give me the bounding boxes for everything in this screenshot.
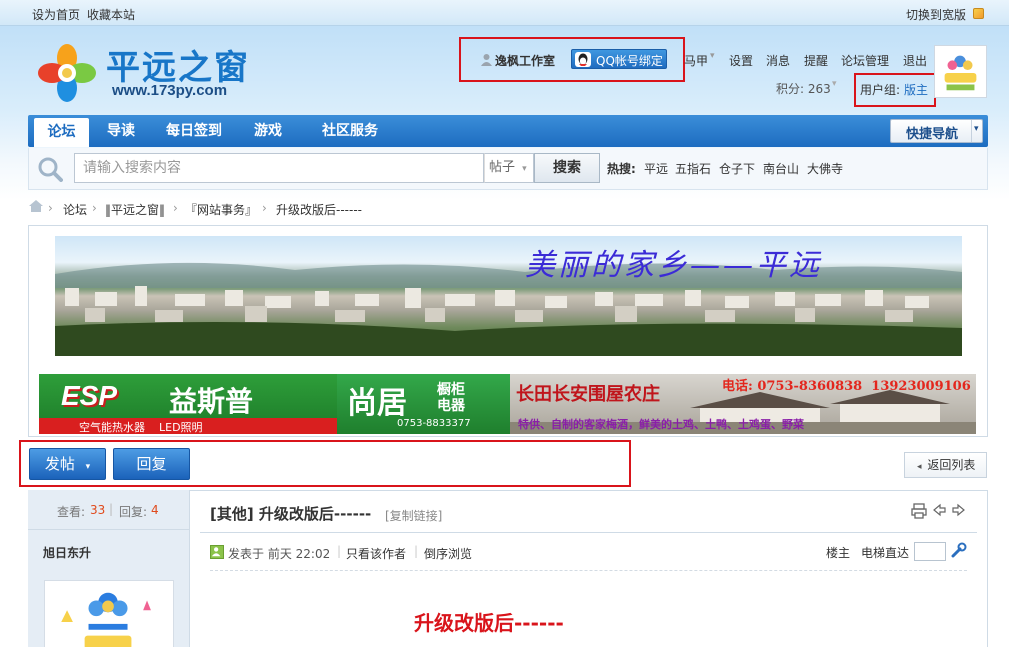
search-button[interactable]: 搜索 — [534, 153, 600, 183]
copy-link[interactable]: [复制链接] — [385, 507, 442, 524]
nav-tab-guide[interactable]: 导读 — [94, 115, 148, 147]
majia-link[interactable]: 马甲 — [684, 52, 708, 69]
search-icon — [37, 156, 63, 185]
ad-esp-banner[interactable]: ESP 益斯普 空气能热水器 LED照明 — [39, 374, 337, 434]
breadcrumb-sep: › — [48, 201, 53, 215]
post-body-text: 升级改版后------ — [414, 611, 564, 635]
author-avatar[interactable] — [44, 580, 174, 647]
scenic-banner-text: 美丽的家乡——平远 — [525, 248, 822, 283]
avatar[interactable] — [934, 45, 987, 98]
title-divider — [200, 532, 977, 533]
nav-tab-community[interactable]: 社区服务 — [300, 115, 400, 147]
reminders-link[interactable]: 提醒 — [804, 52, 828, 69]
switch-width-link[interactable]: 切换到宽版 — [906, 6, 966, 23]
nav-tab-games[interactable]: 游戏 — [242, 115, 294, 147]
back-arrow-icon: ◂ — [917, 462, 922, 472]
ad-esp-brand-cn: 益斯普 — [169, 385, 254, 418]
set-home-link[interactable]: 设为首页 — [32, 6, 80, 23]
forum-admin-link[interactable]: 论坛管理 — [841, 52, 889, 69]
settings-link[interactable]: 设置 — [729, 52, 753, 69]
quick-nav-divider — [971, 120, 972, 142]
breadcrumb-board[interactable]: 『网站事务』 — [185, 201, 257, 218]
points-dropdown-icon[interactable]: ▾ — [832, 79, 837, 89]
logo-flower-icon — [38, 44, 96, 102]
hot-search-item[interactable]: 平远 — [644, 160, 668, 177]
nav-tab-forum[interactable]: 论坛 — [34, 118, 89, 147]
online-status-icon — [210, 545, 224, 559]
hot-search-item[interactable]: 南台山 — [763, 160, 799, 177]
ad-shangju-phone: 0753-8833377 — [397, 418, 471, 429]
prev-thread-icon[interactable] — [932, 503, 946, 520]
hot-search-item[interactable]: 仓子下 — [719, 160, 755, 177]
breadcrumb-forum[interactable]: 论坛 — [63, 201, 87, 218]
highlight-group-box — [854, 73, 936, 107]
post-time: 发表于 前天 22:02 — [228, 547, 331, 561]
jump-label: 电梯直达 — [861, 546, 910, 560]
back-to-list-label: 返回列表 — [927, 458, 976, 472]
breadcrumb-sep: › — [262, 201, 267, 215]
breadcrumb-sep: › — [173, 201, 178, 215]
stats-divider: | — [109, 502, 114, 516]
meta-divider: | — [414, 544, 419, 558]
post-sidebar: 查看: 33 | 回复: 4 旭日东升 — [28, 490, 190, 647]
views-count: 33 — [90, 503, 106, 517]
author-name[interactable]: 旭日东升 — [43, 544, 91, 561]
scenic-banner[interactable]: 美丽的家乡——平远 — [55, 236, 962, 356]
back-to-list-button[interactable]: ◂ 返回列表 — [904, 452, 987, 478]
ad-farmhouse-title: 长田长安围屋农庄 — [516, 384, 660, 405]
majia-dropdown-icon[interactable]: ▾ — [710, 51, 715, 61]
ad-farmhouse-phone: 电话: 0753-8360838 13923009106 — [722, 379, 971, 394]
logout-link[interactable]: 退出 — [903, 52, 927, 69]
wrench-icon[interactable] — [951, 542, 967, 561]
replies-count: 4 — [151, 503, 159, 517]
floor-label: 楼主 — [826, 546, 851, 560]
ad-esp-tagline: 空气能热水器 LED照明 — [79, 421, 203, 434]
print-icon[interactable] — [911, 503, 927, 522]
ad-shangju-brand: 尚居 — [347, 386, 407, 421]
ad-shangju-sub: 橱柜电器 — [437, 382, 465, 414]
breadcrumb-section[interactable]: ‖平远之窗‖ — [105, 201, 165, 218]
hot-search-item[interactable]: 大佛寺 — [807, 160, 843, 177]
top-bar: 设为首页 收藏本站 切换到宽版 — [0, 0, 1009, 26]
bookmark-link[interactable]: 收藏本站 — [87, 6, 135, 23]
points-label[interactable]: 积分: 263 — [776, 80, 831, 97]
post-meta-divider — [210, 570, 967, 571]
nav-tab-checkin[interactable]: 每日签到 — [154, 115, 234, 147]
search-input[interactable]: 请输入搜索内容 — [74, 153, 484, 183]
thread-title: [其他] 升级改版后------ — [210, 505, 372, 523]
hot-search-label: 热搜: — [607, 162, 636, 176]
ad-farmhouse-banner[interactable]: 长田长安围屋农庄 电话: 0753-8360838 13923009106 特供… — [510, 374, 976, 434]
highlight-user-box — [459, 37, 685, 82]
breadcrumb-sep: › — [92, 201, 97, 215]
meta-divider: | — [337, 544, 342, 558]
replies-label: 回复: — [119, 505, 148, 519]
logo-url[interactable]: www.173py.com — [112, 82, 227, 99]
next-thread-icon[interactable] — [952, 503, 966, 520]
search-type-label: 帖子 — [489, 160, 516, 175]
switch-width-icon[interactable] — [973, 8, 984, 19]
hot-search-item[interactable]: 五指石 — [675, 160, 711, 177]
quick-nav-button[interactable]: 快捷导航 ▾ — [890, 119, 983, 143]
search-type-select[interactable]: 帖子 ▾ — [484, 153, 534, 183]
search-type-chevron-icon: ▾ — [522, 164, 527, 174]
quick-nav-label: 快捷导航 — [906, 127, 959, 142]
chevron-down-icon: ▾ — [974, 124, 979, 134]
ad-farmhouse-desc: 特供、自制的客家梅酒，鲜美的土鸡、土鸭、土鸡蛋、野菜 — [518, 418, 804, 431]
main-nav: 论坛 导读 每日签到 游戏 社区服务 快捷导航 ▾ — [28, 115, 988, 147]
sidebar-divider — [28, 529, 190, 530]
home-icon[interactable] — [28, 199, 48, 215]
only-author-link[interactable]: 只看该作者 — [346, 545, 406, 562]
views-label: 查看: — [57, 505, 86, 519]
messages-link[interactable]: 消息 — [766, 52, 790, 69]
search-bar: 请输入搜索内容 帖子 ▾ 搜索 热搜: 平远 五指石 仓子下 南台山 大佛寺 — [28, 148, 988, 190]
ad-esp-brand-en: ESP — [61, 380, 118, 411]
ad-shangju-banner[interactable]: 尚居 橱柜电器 0753-8833377 — [337, 374, 510, 434]
reverse-order-link[interactable]: 倒序浏览 — [424, 545, 472, 562]
highlight-actions-box — [19, 440, 631, 487]
floor-jump-input[interactable] — [914, 542, 946, 561]
breadcrumb-current: 升级改版后------ — [276, 203, 362, 217]
